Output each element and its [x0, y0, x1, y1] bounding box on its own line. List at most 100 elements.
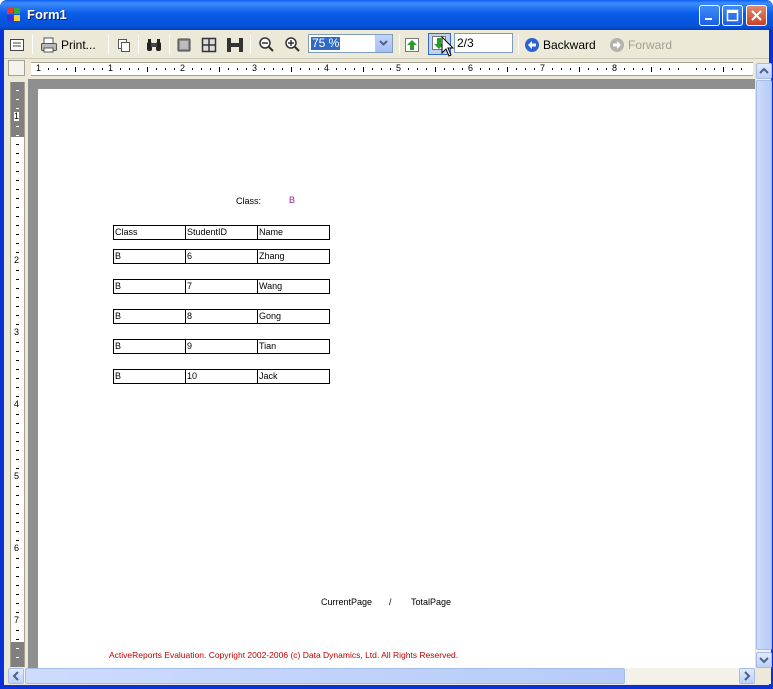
ruler-tick — [16, 630, 19, 631]
ruler-tick — [16, 171, 19, 172]
window: Form1 Print... 75 % 2/3 Backward Forward… — [0, 0, 773, 689]
table-cell: 9 — [185, 339, 258, 354]
ruler-tick — [16, 288, 19, 289]
ruler-tick — [192, 68, 193, 70]
ruler-tick — [16, 504, 19, 505]
ruler-tick — [16, 594, 19, 595]
report-preview[interactable]: Class: B Class StudentID Name B 6 Zhang B 7 W… — [28, 79, 755, 668]
copy-button[interactable] — [116, 34, 132, 55]
zoom-out-button[interactable] — [258, 34, 275, 55]
toc-icon — [10, 38, 24, 51]
ruler-tick — [84, 68, 85, 70]
multi-page-button[interactable] — [201, 34, 217, 55]
ruler-tick — [16, 99, 19, 100]
ruler-tick — [16, 153, 19, 154]
page-separator: / — [389, 597, 392, 607]
ruler-tick — [16, 432, 19, 433]
ruler-tick — [16, 423, 19, 424]
ruler-tick — [570, 68, 571, 70]
ruler-tick — [16, 495, 19, 496]
ruler-tick — [300, 68, 301, 70]
scroll-left-button[interactable] — [8, 668, 24, 684]
horizontal-scrollbar[interactable] — [8, 668, 755, 684]
window-title: Form1 — [27, 7, 67, 22]
toolbar: Print... 75 % 2/3 Backward Forward — [4, 30, 769, 59]
ruler-tick — [525, 68, 526, 70]
ruler-tick — [66, 68, 67, 70]
ruler-tick — [16, 90, 19, 91]
ruler-tick — [408, 68, 409, 70]
ruler-tick — [336, 68, 337, 70]
close-button[interactable] — [746, 5, 767, 26]
scroll-up-button[interactable] — [756, 63, 772, 79]
backward-button[interactable]: Backward — [524, 34, 596, 55]
horizontal-scroll-thumb[interactable] — [25, 668, 625, 684]
ruler-tick — [462, 68, 463, 70]
ruler-tick — [453, 68, 454, 70]
maximize-button[interactable] — [722, 5, 743, 26]
ruler-tick — [16, 225, 19, 226]
single-page-icon — [177, 38, 191, 51]
title-bar[interactable]: Form1 — [0, 0, 773, 30]
ruler-tick — [16, 270, 19, 271]
table-cell: Tian — [257, 339, 330, 354]
close-icon — [751, 10, 762, 21]
forward-arrow-icon — [610, 37, 624, 52]
ruler-tick — [372, 68, 373, 70]
ruler-tick — [381, 68, 382, 70]
ruler-tick — [390, 68, 391, 70]
table-of-contents-button[interactable] — [9, 34, 25, 55]
ruler-tick — [723, 67, 724, 72]
ruler-tick — [345, 68, 346, 70]
ruler-label: 1 — [36, 63, 42, 73]
ruler-label: 6 — [14, 543, 20, 553]
forward-button[interactable]: Forward — [609, 34, 672, 55]
ruler-tick — [16, 306, 19, 307]
ruler-tick — [16, 234, 19, 235]
zoom-in-button[interactable] — [284, 34, 301, 55]
zoom-combobox[interactable]: 75 % — [308, 34, 393, 53]
table-cell: B — [113, 309, 186, 324]
ruler-tick — [669, 68, 670, 70]
report-page: Class: B Class StudentID Name B 6 Zhang B 7 W… — [38, 89, 755, 668]
multi-page-icon — [201, 37, 217, 52]
ruler-tick — [16, 657, 19, 658]
scroll-down-button[interactable] — [756, 652, 772, 668]
horizontal-ruler: 1 1 2 3 4 5 6 7 8 — [31, 62, 753, 76]
find-button[interactable] — [145, 34, 163, 55]
column-header: Class — [113, 225, 186, 240]
column-header: Name — [257, 225, 330, 240]
ruler-tick — [120, 68, 121, 70]
zoom-dropdown-button[interactable] — [375, 35, 392, 52]
table-cell: 6 — [185, 249, 258, 264]
previous-page-button[interactable] — [404, 34, 420, 55]
ruler-corner — [8, 60, 25, 76]
single-page-button[interactable] — [176, 34, 192, 55]
forward-label: Forward — [628, 37, 673, 52]
ruler-tick — [480, 68, 481, 70]
ruler-tick — [318, 68, 319, 70]
ruler-tick — [534, 68, 535, 70]
ruler-tick — [228, 68, 229, 70]
ruler-tick — [16, 144, 19, 145]
ruler-tick — [660, 68, 661, 70]
zoom-out-icon — [259, 37, 274, 52]
print-button[interactable]: Print... — [40, 34, 96, 55]
ruler-tick — [16, 540, 19, 541]
ruler-tick — [16, 531, 19, 532]
ruler-tick — [273, 68, 274, 70]
vertical-scrollbar[interactable] — [755, 63, 772, 668]
ruler-tick — [579, 67, 580, 72]
ruler-tick — [16, 351, 19, 352]
scroll-right-button[interactable] — [739, 668, 755, 684]
ruler-tick — [93, 68, 94, 70]
vertical-scroll-thumb[interactable] — [756, 80, 772, 650]
ruler-tick — [16, 468, 19, 469]
ruler-tick — [138, 68, 139, 70]
ruler-tick — [651, 67, 652, 72]
page-number-input[interactable]: 2/3 — [454, 33, 513, 53]
ruler-tick — [16, 126, 19, 127]
continuous-page-button[interactable] — [226, 34, 244, 55]
minimize-button[interactable] — [699, 5, 720, 26]
ruler-tick — [16, 279, 19, 280]
